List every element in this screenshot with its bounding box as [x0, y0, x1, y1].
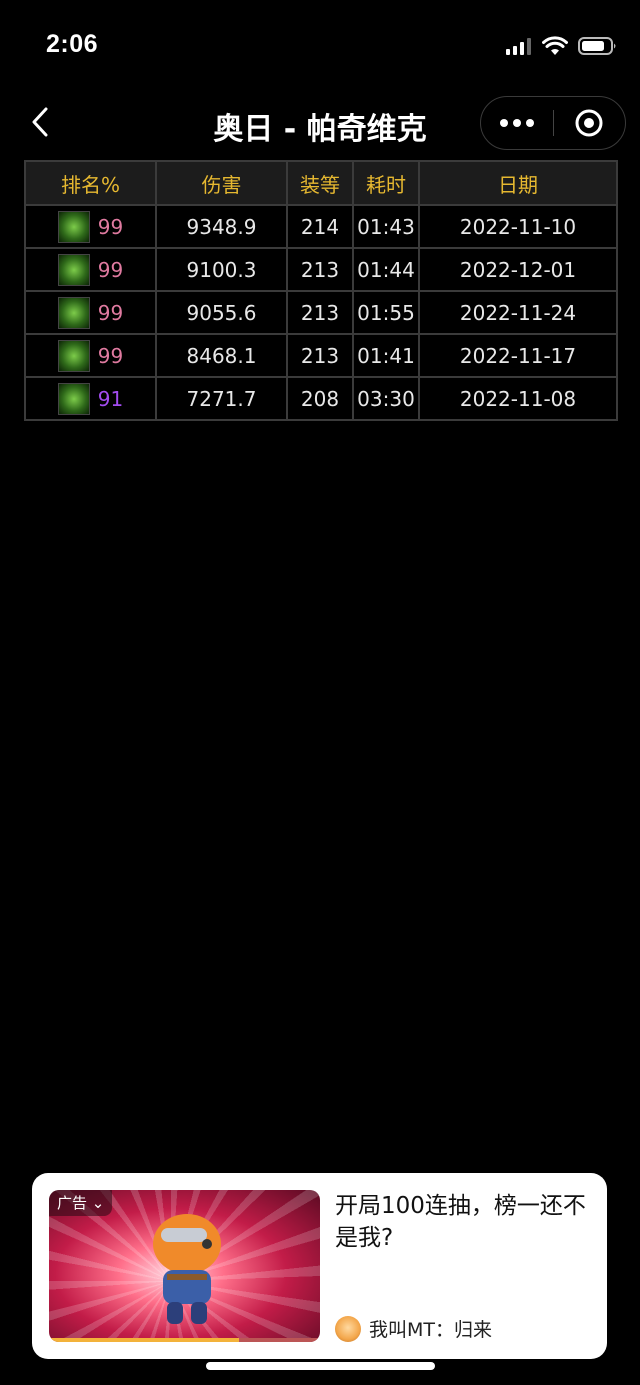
- nav-bar: 奥日 - 帕奇维克: [0, 92, 640, 154]
- video-progress-bar: [49, 1338, 320, 1342]
- header-percentile[interactable]: 排名%: [24, 160, 157, 206]
- percentile-cell: 99: [24, 204, 157, 249]
- class-spec-icon: [57, 296, 90, 329]
- header-duration[interactable]: 耗时: [352, 160, 420, 206]
- ad-headline[interactable]: 开局100连抽，榜一还不是我?: [335, 1190, 590, 1254]
- more-dots-icon: [499, 119, 534, 127]
- duration-value: 01:41: [352, 333, 420, 378]
- status-bar: 2:06: [0, 0, 640, 90]
- item-level-value: 214: [286, 204, 354, 249]
- class-spec-icon: [57, 339, 90, 372]
- table-row[interactable]: 91 7271.7 208 03:30 2022-11-08: [24, 376, 618, 421]
- duration-value: 01:55: [352, 290, 420, 335]
- damage-value: 8468.1: [155, 333, 288, 378]
- ad-tag-label: 广告: [57, 1194, 88, 1212]
- percentile-value: 99: [97, 214, 124, 239]
- table-row[interactable]: 99 9100.3 213 01:44 2022-12-01: [24, 247, 618, 292]
- percentile-value: 91: [97, 386, 124, 411]
- table-row[interactable]: 99 8468.1 213 01:41 2022-11-17: [24, 333, 618, 378]
- wifi-icon: [542, 36, 568, 55]
- table-header-row: 排名% 伤害 装等 耗时 日期: [24, 160, 618, 206]
- duration-value: 03:30: [352, 376, 420, 421]
- duration-value: 01:43: [352, 204, 420, 249]
- battery-icon: [578, 37, 616, 55]
- cellular-signal-icon: [506, 38, 531, 55]
- more-button[interactable]: [481, 97, 553, 149]
- target-circle-icon: [575, 109, 603, 137]
- percentile-cell: 91: [24, 376, 157, 421]
- video-progress-fill: [49, 1338, 239, 1342]
- item-level-value: 208: [286, 376, 354, 421]
- damage-value: 9348.9: [155, 204, 288, 249]
- ranking-table: 排名% 伤害 装等 耗时 日期 99 9348.9 214 01:43 2022…: [24, 160, 618, 421]
- date-value: 2022-11-10: [418, 204, 618, 249]
- ad-card[interactable]: 广告 ⌄ 开局100连抽，榜一还不是我? 我叫MT：归来: [32, 1173, 607, 1359]
- date-value: 2022-11-24: [418, 290, 618, 335]
- close-mini-program-button[interactable]: [554, 97, 626, 149]
- advertiser-avatar: [335, 1315, 361, 1342]
- mascot-character-image: [153, 1214, 221, 1324]
- item-level-value: 213: [286, 247, 354, 292]
- date-value: 2022-11-08: [418, 376, 618, 421]
- percentile-value: 99: [97, 300, 124, 325]
- percentile-cell: 99: [24, 333, 157, 378]
- ad-source[interactable]: 我叫MT：归来: [335, 1315, 492, 1342]
- chevron-down-icon: ⌄: [91, 1194, 105, 1212]
- class-spec-icon: [57, 210, 90, 243]
- damage-value: 9055.6: [155, 290, 288, 335]
- advertiser-name: 我叫MT：归来: [369, 1319, 492, 1341]
- damage-value: 9100.3: [155, 247, 288, 292]
- header-item-level[interactable]: 装等: [286, 160, 354, 206]
- item-level-value: 213: [286, 333, 354, 378]
- header-date[interactable]: 日期: [418, 160, 618, 206]
- home-indicator[interactable]: [206, 1362, 435, 1370]
- status-time: 2:06: [46, 30, 99, 58]
- ad-video-thumbnail[interactable]: 广告 ⌄: [49, 1190, 320, 1342]
- class-spec-icon: [57, 253, 90, 286]
- percentile-value: 99: [97, 257, 124, 282]
- header-damage[interactable]: 伤害: [155, 160, 288, 206]
- damage-value: 7271.7: [155, 376, 288, 421]
- item-level-value: 213: [286, 290, 354, 335]
- table-row[interactable]: 99 9348.9 214 01:43 2022-11-10: [24, 204, 618, 249]
- duration-value: 01:44: [352, 247, 420, 292]
- mini-program-capsule: [480, 96, 626, 150]
- class-spec-icon: [57, 382, 90, 415]
- percentile-cell: 99: [24, 247, 157, 292]
- percentile-cell: 99: [24, 290, 157, 335]
- ad-tag[interactable]: 广告 ⌄: [49, 1190, 113, 1216]
- date-value: 2022-12-01: [418, 247, 618, 292]
- status-icons: [506, 36, 618, 56]
- percentile-value: 99: [97, 343, 124, 368]
- date-value: 2022-11-17: [418, 333, 618, 378]
- table-row[interactable]: 99 9055.6 213 01:55 2022-11-24: [24, 290, 618, 335]
